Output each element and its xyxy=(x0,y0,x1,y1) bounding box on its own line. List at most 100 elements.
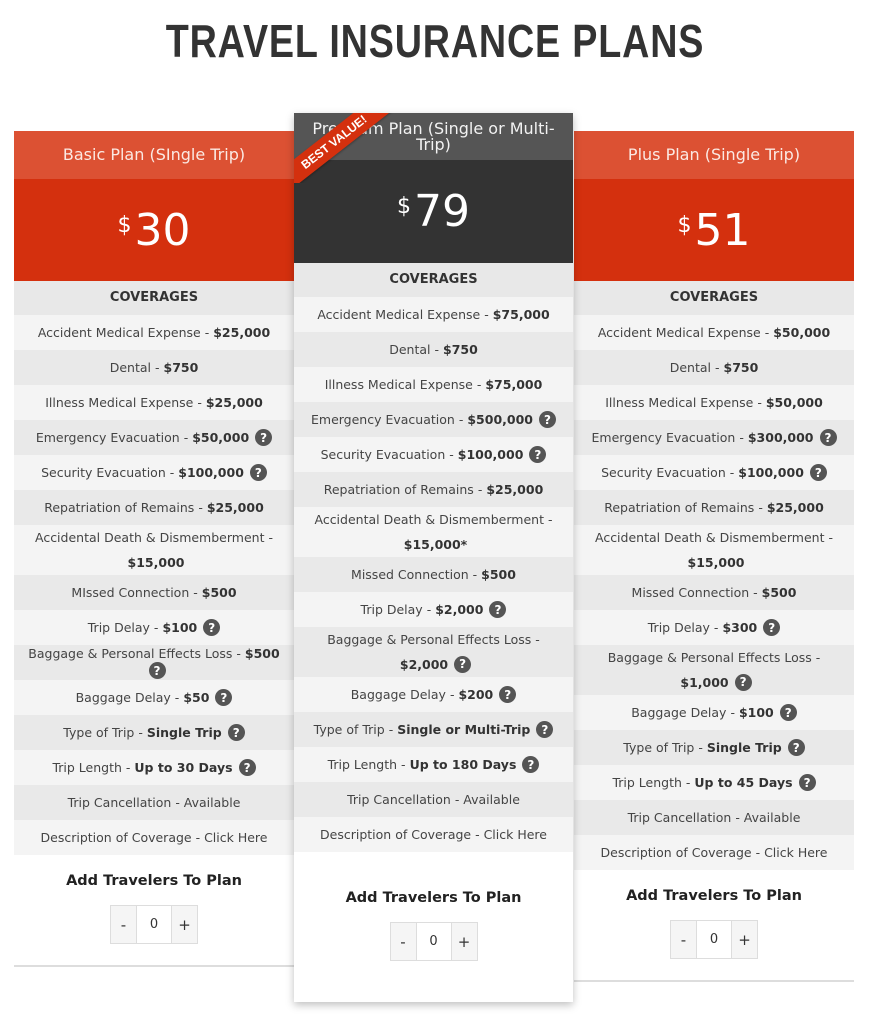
coverage-separator: - xyxy=(764,325,770,340)
coverage-row: Trip Cancellation - Available xyxy=(574,800,854,835)
coverage-value: $100 xyxy=(738,705,774,720)
coverage-separator: - xyxy=(758,500,763,515)
coverage-label: Baggage Delay xyxy=(350,687,446,702)
help-icon[interactable]: ? xyxy=(763,619,781,636)
coverage-list: Accident Medical Expense - $25,000 Dental - $… xyxy=(14,315,294,855)
coverages-header: COVERAGES xyxy=(14,281,294,315)
coverage-separator: - xyxy=(125,760,131,775)
help-icon[interactable]: ? xyxy=(238,759,256,776)
coverage-separator: - xyxy=(153,620,159,635)
coverage-separator: - xyxy=(174,690,180,705)
coverage-label: Trip Length xyxy=(327,757,398,772)
coverage-row: Type of Trip - Single Trip? xyxy=(14,715,294,750)
coverage-separator: - xyxy=(729,465,735,480)
coverage-value: $15,000 xyxy=(687,555,745,570)
coverage-description-link[interactable]: Description of Coverage - Click Here xyxy=(574,835,854,870)
help-icon[interactable]: ? xyxy=(787,739,805,756)
coverage-label: Description of Coverage - Click Here xyxy=(600,845,828,860)
coverage-value: $50,000 xyxy=(192,430,250,445)
plan-card-premium: BEST VALUE! Premium Plan (Single or Mult… xyxy=(294,113,573,1002)
coverage-row: Repatriation of Remains - $25,000 xyxy=(14,490,294,525)
coverage-separator: - xyxy=(458,412,464,427)
coverage-value: Single Trip xyxy=(146,725,222,740)
coverage-label: Trip Delay xyxy=(87,620,150,635)
coverage-label: MIssed Connection xyxy=(71,585,190,600)
coverage-row: Emergency Evacuation - $300,000? xyxy=(574,420,854,455)
quantity-value[interactable]: 0 xyxy=(136,906,172,943)
coverage-value: Up to 180 Days xyxy=(409,757,517,772)
decrement-button[interactable]: - xyxy=(111,906,136,943)
coverage-row: Accident Medical Expense - $25,000 xyxy=(14,315,294,350)
coverage-separator: - xyxy=(757,395,762,410)
coverage-row: Dental - $750 xyxy=(14,350,294,385)
coverage-separator: - xyxy=(204,325,210,340)
currency-symbol: $ xyxy=(397,194,411,219)
coverage-label: Security Evacuation xyxy=(320,447,446,462)
coverage-row: Illness Medical Expense - $75,000 xyxy=(294,367,573,402)
help-icon[interactable]: ? xyxy=(522,756,540,773)
coverage-value: $100,000 xyxy=(457,447,524,462)
coverage-description-link[interactable]: Description of Coverage - Click Here xyxy=(294,817,573,852)
coverage-row: Repatriation of Remains - $25,000 xyxy=(294,472,573,507)
coverage-separator: - xyxy=(183,430,189,445)
help-icon[interactable]: ? xyxy=(809,464,827,481)
help-icon[interactable]: ? xyxy=(215,689,233,706)
coverage-label: Security Evacuation xyxy=(41,465,166,480)
coverage-row: Baggage & Personal Effects Loss - $500? xyxy=(14,645,294,680)
coverage-value: Up to 45 Days xyxy=(694,775,793,790)
best-value-ribbon: BEST VALUE! xyxy=(294,113,394,183)
help-icon[interactable]: ? xyxy=(148,662,166,680)
help-icon[interactable]: ? xyxy=(536,721,554,738)
coverage-list: Accident Medical Expense - $50,000 Dental - $… xyxy=(574,315,854,870)
quantity-value[interactable]: 0 xyxy=(415,923,452,960)
coverage-row: Baggage Delay - $200? xyxy=(294,677,573,712)
coverage-value: $50 xyxy=(183,690,210,705)
traveler-quantity-stepper[interactable]: - 0 + xyxy=(670,920,758,959)
help-icon[interactable]: ? xyxy=(203,619,221,636)
help-icon[interactable]: ? xyxy=(819,429,837,446)
help-icon[interactable]: ? xyxy=(489,601,507,618)
plan-card-plus: Plus Plan (Single Trip) $ 51 COVERAGES A… xyxy=(574,131,854,982)
increment-button[interactable]: + xyxy=(451,923,477,960)
add-travelers-title: Add Travelers To Plan xyxy=(345,890,522,906)
quantity-value[interactable]: 0 xyxy=(696,921,732,958)
help-icon[interactable]: ? xyxy=(249,464,267,481)
coverage-row: Missed Connection - $500 xyxy=(294,557,573,592)
coverage-label: Trip Length xyxy=(612,775,682,790)
coverage-label: Baggage Delay xyxy=(75,690,171,705)
coverage-value: $500 xyxy=(244,645,280,661)
decrement-button[interactable]: - xyxy=(390,923,416,960)
help-icon[interactable]: ? xyxy=(227,724,245,741)
help-icon[interactable]: ? xyxy=(255,429,273,446)
coverage-label: Dental xyxy=(389,342,431,357)
coverage-label: Repatriation of Remains xyxy=(323,482,474,497)
coverage-separator: - xyxy=(535,631,540,647)
help-icon[interactable]: ? xyxy=(734,673,752,691)
increment-button[interactable]: + xyxy=(172,906,197,943)
coverage-label: Dental xyxy=(669,360,711,375)
coverage-row: Trip Cancellation - Available xyxy=(14,785,294,820)
increment-button[interactable]: + xyxy=(732,921,757,958)
coverage-value: $500 xyxy=(201,585,237,600)
coverage-description-link[interactable]: Description of Coverage - Click Here xyxy=(14,820,294,855)
decrement-button[interactable]: - xyxy=(671,921,696,958)
traveler-quantity-stepper[interactable]: - 0 + xyxy=(110,905,198,944)
help-icon[interactable]: ? xyxy=(798,774,816,791)
coverage-label: Security Evacuation xyxy=(601,465,726,480)
plan-price: $ 30 xyxy=(14,179,294,281)
help-icon[interactable]: ? xyxy=(499,686,517,703)
traveler-quantity-stepper[interactable]: - 0 + xyxy=(389,922,478,961)
coverage-separator: - xyxy=(828,530,833,545)
coverage-row: Accident Medical Expense - $50,000 xyxy=(574,315,854,350)
help-icon[interactable]: ? xyxy=(454,655,472,673)
help-icon[interactable]: ? xyxy=(539,411,556,428)
coverage-value: $500,000 xyxy=(467,412,533,427)
coverage-label: Accidental Death & Dismemberment xyxy=(34,530,265,545)
coverage-separator: - xyxy=(236,645,241,661)
add-travelers-title: Add Travelers To Plan xyxy=(66,873,242,889)
coverage-label: Repatriation of Remains xyxy=(604,500,755,515)
coverage-value: $50,000 xyxy=(765,395,823,410)
help-icon[interactable]: ? xyxy=(529,446,547,463)
help-icon[interactable]: ? xyxy=(779,704,797,721)
coverage-separator: - xyxy=(426,602,432,617)
